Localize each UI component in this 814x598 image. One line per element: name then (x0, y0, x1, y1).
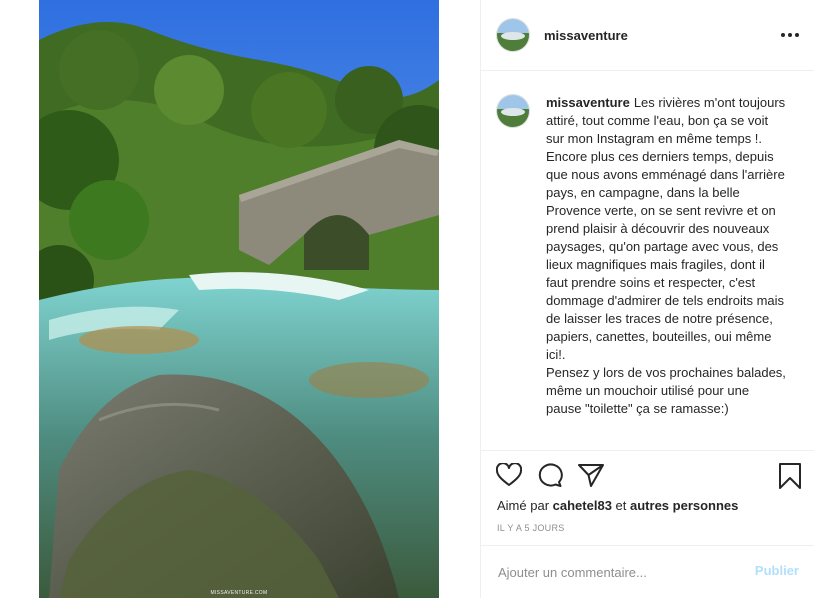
post-caption: missaventure Les rivières m'ont toujours … (546, 94, 786, 418)
post-timestamp[interactable]: IL Y A 5 JOURS (497, 523, 565, 533)
avatar[interactable] (497, 19, 529, 51)
caption-area: missaventure Les rivières m'ont toujours … (481, 72, 814, 450)
heart-icon[interactable] (495, 462, 523, 492)
photo-watermark: MISSAVENTURE.COM (210, 590, 268, 596)
caption-avatar-image (497, 95, 529, 127)
bookmark-icon[interactable] (779, 463, 801, 494)
comment-input[interactable] (496, 560, 740, 584)
likes-joiner: et (615, 498, 627, 513)
likes-summary: Aimé par cahetel83 et autres personnes (497, 498, 738, 513)
publish-button[interactable]: Publier (755, 563, 799, 578)
liked-by-user[interactable]: cahetel83 (553, 498, 612, 513)
post-side-panel: missaventure missaventure Les rivières m'… (480, 0, 814, 598)
caption-avatar[interactable] (497, 95, 529, 127)
post-media-area: MISSAVENTURE.COM (0, 0, 480, 598)
likes-prefix: Aimé par (497, 498, 550, 513)
post-photo[interactable]: MISSAVENTURE.COM (39, 0, 439, 598)
river-bridge-photo (39, 0, 439, 598)
post-actions: Aimé par cahetel83 et autres personnes I… (481, 450, 814, 597)
post-header: missaventure (481, 0, 814, 71)
avatar-image (497, 19, 529, 51)
more-options-icon[interactable] (779, 25, 801, 45)
likes-others-link[interactable]: autres personnes (630, 498, 738, 513)
share-icon[interactable] (578, 463, 604, 492)
header-username[interactable]: missaventure (544, 28, 628, 43)
caption-text: Les rivières m'ont toujours attiré, tout… (546, 95, 786, 416)
comment-icon[interactable] (537, 463, 563, 492)
add-comment-bar: Publier (481, 545, 814, 598)
caption-username[interactable]: missaventure (546, 95, 630, 110)
